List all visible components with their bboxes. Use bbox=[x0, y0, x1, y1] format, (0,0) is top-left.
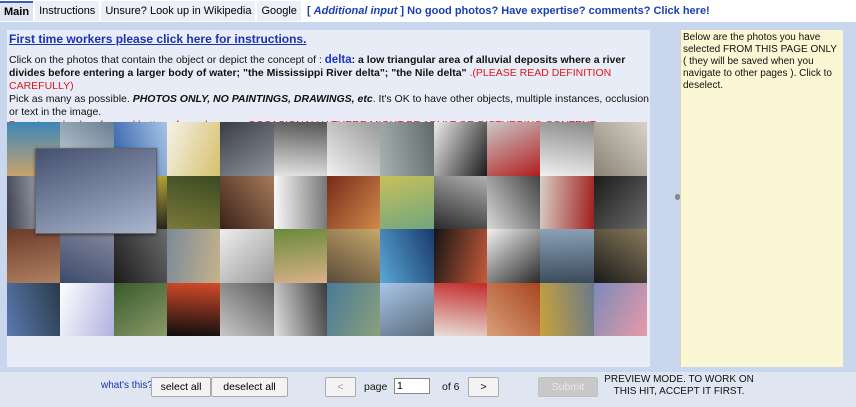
tab-main[interactable]: Main bbox=[0, 1, 34, 21]
photo-thumbnail-factory[interactable] bbox=[540, 229, 594, 283]
photo-thumbnail-woman-smile[interactable] bbox=[273, 229, 327, 283]
photo-thumbnail-canal[interactable] bbox=[60, 229, 114, 283]
definition-prefix: Click on the photos that contain the obj… bbox=[9, 54, 325, 66]
photo-thumbnail-document[interactable] bbox=[220, 229, 274, 283]
photo-thumbnail-trees-field[interactable] bbox=[113, 282, 167, 336]
photo-thumbnail-book-cover[interactable] bbox=[113, 229, 167, 283]
photo-thumbnail-dining-hall[interactable] bbox=[220, 175, 274, 229]
photo-thumbnail-white-car[interactable] bbox=[433, 122, 487, 176]
photo-thumbnail-delta-aerial[interactable] bbox=[166, 229, 221, 283]
hovered-photo-preview bbox=[35, 148, 157, 234]
photo-thumbnail-jet-plane[interactable] bbox=[220, 282, 274, 336]
select-all-button[interactable]: select all bbox=[151, 377, 211, 397]
submit-button[interactable]: Submit bbox=[538, 377, 598, 397]
photo-thumbnail-map-diagram[interactable] bbox=[166, 122, 221, 176]
photo-thumbnail-bw-figure[interactable] bbox=[593, 175, 647, 229]
tab-wikipedia[interactable]: Unsure? Look up in Wikipedia bbox=[101, 1, 256, 21]
concept-word: delta bbox=[324, 54, 352, 66]
photo-thumbnail-line-chart[interactable] bbox=[60, 282, 114, 336]
instructions-link[interactable]: First time workers please click here for… bbox=[9, 32, 306, 46]
photo-thumbnail-food[interactable] bbox=[326, 175, 381, 229]
additional-input-label: Additional input bbox=[313, 5, 398, 17]
photo-thumbnail-white-car-2[interactable] bbox=[486, 229, 541, 283]
additional-input-bracket-open: [ bbox=[306, 5, 314, 17]
photo-thumbnail-bicycle[interactable] bbox=[273, 122, 327, 176]
photo-thumbnail-red-room[interactable] bbox=[433, 282, 487, 336]
photo-thumbnail-delta-map[interactable] bbox=[380, 175, 434, 229]
photo-thumbnail-miami-poster[interactable] bbox=[380, 229, 434, 283]
photo-thumbnail-flamingo-flock[interactable] bbox=[593, 282, 647, 336]
deselect-all-button[interactable]: deselect all bbox=[211, 377, 288, 397]
photo-thumbnail-controller[interactable] bbox=[433, 229, 487, 283]
photo-thumbnail-machine-tilt[interactable] bbox=[433, 175, 487, 229]
photo-thumbnail-lake-person[interactable] bbox=[7, 282, 61, 336]
photo-thumbnail-collage[interactable] bbox=[326, 229, 381, 283]
photo-thumbnail-machine-parts[interactable] bbox=[220, 122, 274, 176]
photo-thumbnail-indoor-red[interactable] bbox=[7, 229, 61, 283]
photo-thumbnail-triangle-diagram[interactable] bbox=[166, 282, 221, 336]
photo-thumbnail-cat[interactable] bbox=[593, 122, 647, 176]
page-number-input[interactable] bbox=[394, 378, 430, 394]
photo-thumbnail-schematic[interactable] bbox=[326, 122, 381, 176]
pick-prefix: Pick as many as possible. bbox=[9, 93, 133, 105]
tab-instructions[interactable]: Instructions bbox=[35, 1, 100, 21]
next-page-button[interactable]: > bbox=[468, 377, 499, 397]
main-panel: First time workers please click here for… bbox=[7, 30, 650, 367]
photos-only-note: PHOTOS ONLY, NO PAINTINGS, DRAWINGS, etc bbox=[132, 93, 373, 105]
photo-thumbnail-airliner[interactable] bbox=[380, 282, 434, 336]
selected-photos-text: Below are the photos you have selected F… bbox=[683, 32, 837, 91]
page-label: page bbox=[364, 381, 388, 393]
photo-thumbnail-line-drawing[interactable] bbox=[273, 175, 327, 229]
selected-photos-panel: Below are the photos you have selected F… bbox=[680, 30, 843, 367]
additional-input-tail: No good photos? Have expertise? comments… bbox=[404, 5, 710, 17]
photo-thumbnail-fixture[interactable] bbox=[540, 122, 594, 176]
photo-thumbnail-aerial-river[interactable] bbox=[326, 282, 381, 336]
photo-thumbnail-silver-car-2[interactable] bbox=[273, 282, 327, 336]
photo-thumbnail-portrait-dancer[interactable] bbox=[540, 175, 594, 229]
task-description: Click on the photos that contain the obj… bbox=[9, 54, 649, 132]
photo-thumbnail-3d-building[interactable] bbox=[380, 122, 434, 176]
previous-page-button[interactable]: < bbox=[325, 377, 356, 397]
photo-thumbnail-tall-grass[interactable] bbox=[166, 175, 221, 229]
tab-google[interactable]: Google bbox=[257, 1, 301, 21]
photo-thumbnail-cd-cover[interactable] bbox=[593, 229, 647, 283]
photo-thumbnail-wheat-field[interactable] bbox=[540, 282, 594, 336]
photo-thumbnail-sports-car[interactable] bbox=[486, 175, 541, 229]
photo-thumbnail-redhead[interactable] bbox=[486, 282, 541, 336]
whats-this-link[interactable]: what's this? bbox=[101, 380, 153, 391]
preview-mode-notice: PREVIEW MODE. TO WORK ON THIS HIT, ACCEP… bbox=[604, 374, 754, 397]
tab-bar: Main Instructions Unsure? Look up in Wik… bbox=[0, 0, 716, 22]
photo-thumbnail-red-suv[interactable] bbox=[486, 122, 541, 176]
tab-additional-input[interactable]: [ Additional input ] No good photos? Hav… bbox=[302, 1, 714, 21]
page-total-label: of 6 bbox=[442, 381, 460, 393]
